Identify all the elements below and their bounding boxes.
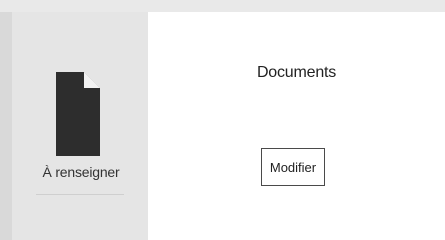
document-icon bbox=[56, 72, 100, 156]
documents-card: À renseigner Documents Modifier bbox=[0, 0, 445, 240]
status-divider bbox=[36, 194, 124, 195]
status-panel: À renseigner bbox=[0, 12, 148, 240]
documents-section: Documents Modifier bbox=[148, 12, 445, 240]
panel-edge bbox=[0, 12, 12, 240]
status-label: À renseigner bbox=[42, 164, 120, 180]
edit-button[interactable]: Modifier bbox=[261, 148, 325, 186]
section-title: Documents bbox=[256, 64, 337, 81]
top-strip bbox=[0, 0, 445, 12]
